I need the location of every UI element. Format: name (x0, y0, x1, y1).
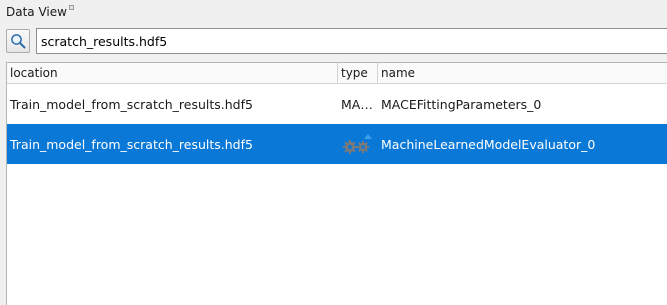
column-header-type[interactable]: type (338, 63, 378, 83)
gears-icon (343, 134, 372, 154)
row-name-cell: MachineLearnedModelEvaluator_0 (381, 136, 596, 152)
row-name-cell: MACEFittingParameters_0 (381, 96, 542, 112)
row-type-cell (338, 131, 378, 157)
column-header-location[interactable]: location (7, 63, 338, 83)
table-row-selected[interactable]: Train_model_from_scratch_results.hdf5 Ma… (7, 124, 667, 164)
results-table: location type name Train_model_from_scra… (6, 62, 667, 305)
panel-title-bar: Data View (6, 4, 74, 20)
column-header-name[interactable]: name (378, 63, 667, 83)
search-button[interactable] (6, 29, 30, 53)
search-input[interactable] (36, 28, 667, 54)
float-panel-icon[interactable] (68, 5, 74, 10)
data-view-panel: Data View location type name Train_model… (0, 0, 667, 305)
search-icon (11, 34, 26, 49)
table-row[interactable]: Train_model_from_scratch_results.hdf5 MA… (7, 84, 667, 124)
row-location-cell: Train_model_from_scratch_results.hdf5 (10, 136, 253, 152)
row-type-cell: MA… (341, 96, 373, 112)
panel-title: Data View (6, 5, 67, 19)
table-header: location type name (7, 63, 667, 84)
search-row (6, 28, 667, 54)
row-location-cell: Train_model_from_scratch_results.hdf5 (10, 96, 253, 112)
